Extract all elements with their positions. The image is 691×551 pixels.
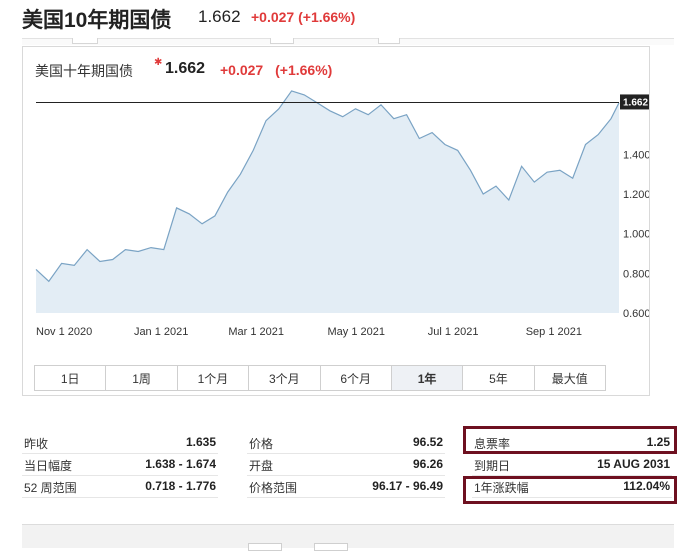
stat-row-prev-close: 昨收 1.635	[22, 431, 218, 454]
stat-value: 15 AUG 2031	[597, 457, 670, 471]
strip-tab[interactable]	[378, 38, 400, 44]
x-tick-label: Sep 1 2021	[526, 326, 582, 338]
stat-row-52wk-range: 52 周范围 0.718 - 1.776	[22, 475, 218, 498]
range-button[interactable]: 1个月	[177, 366, 250, 390]
y-tick-label: 0.800	[623, 268, 649, 280]
range-button[interactable]: 1日	[35, 366, 107, 390]
range-selector: 1日 1周 1个月 3个月 6个月 1年 5年 最大值	[34, 365, 606, 391]
stat-value: 0.718 - 1.776	[145, 479, 216, 493]
x-tick-label: Jul 1 2021	[428, 326, 479, 338]
x-tick-label: Jan 1 2021	[134, 326, 188, 338]
x-tick-label: Nov 1 2020	[36, 326, 92, 338]
stat-value: 1.635	[185, 435, 216, 449]
page-title: 美国10年期国债	[22, 9, 172, 32]
y-tick-label: 1.200	[623, 189, 649, 201]
chart-panel: 美国十年期国债 ✱ 1.662 +0.027 (+1.66%) 0.600 0.8…	[22, 46, 650, 396]
header: 美国10年期国债 1.662 +0.027 (+1.66%)	[0, 0, 691, 40]
stat-label: 价格范围	[249, 481, 298, 495]
strip-tab[interactable]	[270, 38, 294, 44]
bottom-tab[interactable]	[314, 543, 348, 551]
bottom-tab[interactable]	[248, 543, 282, 551]
stat-label: 昨收	[24, 437, 49, 451]
bottom-strip	[22, 524, 674, 551]
stat-label: 价格	[249, 437, 274, 451]
range-button[interactable]: 1周	[106, 366, 178, 390]
stat-label: 开盘	[249, 459, 274, 473]
yield-chart[interactable]: 0.600 0.800 1.000 1.200 1.400 Nov 1 2020 Jan …	[23, 47, 649, 395]
range-button[interactable]: 5年	[463, 366, 535, 390]
stat-row-maturity: 到期日 15 AUG 2031	[472, 453, 672, 476]
header-price: 1.662	[198, 7, 241, 26]
x-tick-label: May 1 2021	[328, 326, 385, 338]
stat-value: 1.638 - 1.674	[145, 457, 216, 471]
stat-label: 当日幅度	[24, 459, 73, 473]
stat-row-price-range: 价格范围 96.17 - 96.49	[247, 475, 445, 498]
strip-tab[interactable]	[72, 38, 98, 44]
stat-value: 96.17 - 96.49	[372, 479, 443, 493]
last-value-marker: 1.662	[620, 94, 649, 110]
range-button[interactable]: 最大值	[534, 366, 605, 390]
stat-label: 到期日	[474, 459, 511, 473]
range-button[interactable]: 6个月	[320, 366, 392, 390]
stat-row-price: 价格 96.52	[247, 431, 445, 454]
stat-value: 96.52	[412, 435, 443, 449]
range-button[interactable]: 1年	[391, 366, 464, 390]
tab-strip	[22, 38, 674, 45]
highlight-box-coupon	[463, 426, 677, 454]
x-tick-label: Mar 1 2021	[228, 326, 284, 338]
header-change: +0.027 (+1.66%)	[251, 9, 356, 25]
stat-row-day-range: 当日幅度 1.638 - 1.674	[22, 453, 218, 476]
stat-row-open: 开盘 96.26	[247, 453, 445, 476]
y-tick-label: 1.400	[623, 149, 649, 161]
y-tick-label: 0.600	[623, 308, 649, 320]
last-value-label: 1.662	[623, 97, 648, 108]
y-tick-label: 1.000	[623, 229, 649, 241]
highlight-box-1yr-change	[463, 476, 677, 504]
stat-label: 52 周范围	[24, 481, 77, 495]
stat-value: 96.26	[412, 457, 443, 471]
area-fill	[36, 90, 619, 314]
range-button[interactable]: 3个月	[249, 366, 321, 390]
